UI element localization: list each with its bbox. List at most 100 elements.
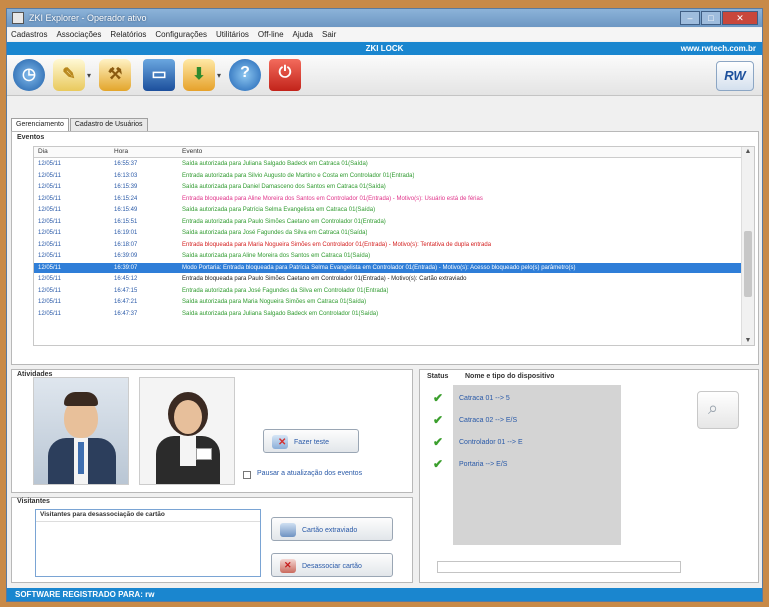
menu-ajuda[interactable]: Ajuda	[293, 30, 313, 39]
menu-associacoes[interactable]: Associações	[56, 30, 101, 39]
cell-evento: Modo Portaria: Entrada bloqueada para Pa…	[182, 264, 576, 271]
download-icon[interactable]: ⬇	[183, 59, 215, 91]
close-button[interactable]: ✕	[722, 11, 758, 25]
status-ok-icon: ✔	[433, 457, 444, 471]
cell-dia: 12/05/11	[38, 230, 61, 236]
maximize-button[interactable]: □	[701, 11, 721, 25]
scroll-down-icon[interactable]: ▼	[742, 337, 754, 344]
cell-dia: 12/05/11	[38, 299, 61, 305]
cartao-extraviado-button[interactable]: Cartão extraviado	[271, 517, 393, 541]
note-edit-icon[interactable]: ✎	[53, 59, 85, 91]
cell-dia: 12/05/11	[38, 195, 61, 202]
cell-hora: 16:15:49	[114, 207, 138, 213]
table-row[interactable]: 12/05/11 16:39:07 Modo Portaria: Entrada b…	[34, 262, 742, 273]
desassociar-cartao-button[interactable]: ✕ Desassociar cartão	[271, 553, 393, 577]
rw-logo: RW	[716, 61, 754, 91]
search-icon: ⌕	[708, 398, 719, 418]
status-ok-icon: ✔	[433, 413, 444, 427]
events-scrollbar[interactable]: ▲ ▼	[741, 147, 754, 345]
status-ok-icon: ✔	[433, 391, 444, 405]
menu-configuracoes[interactable]: Configurações	[155, 30, 207, 39]
toolbar: ◷ ✎ ▾ ⚒ ▭ ⬇ ▾ ? ⏻ RW	[7, 55, 762, 96]
status-label: Status	[427, 373, 449, 380]
visitors-list[interactable]: Visitantes para desassociação de cartão	[35, 509, 261, 577]
fazer-teste-button[interactable]: ✕ Fazer teste	[263, 429, 359, 453]
cell-dia: 12/05/11	[38, 310, 61, 317]
minimize-button[interactable]: –	[680, 11, 700, 25]
chevron-down-icon[interactable]: ▾	[217, 71, 221, 80]
cell-hora: 16:15:51	[114, 218, 138, 225]
cell-hora: 16:18:07	[114, 241, 138, 248]
table-row[interactable]: 12/05/11 16:47:21 Saída autorizada para Ma…	[34, 297, 742, 307]
cell-dia: 12/05/11	[38, 287, 61, 294]
cell-evento: Saída autorizada para Daniel Damasceno d…	[182, 184, 386, 190]
window-title: ZKI Explorer - Operador ativo	[29, 13, 147, 23]
menu-utilitarios[interactable]: Utilitários	[216, 30, 249, 39]
menu-offline[interactable]: Off-line	[258, 30, 284, 39]
menu-relatorios[interactable]: Relatórios	[110, 30, 146, 39]
magnifier-button[interactable]: ⌕	[697, 391, 739, 429]
table-row[interactable]: 12/05/11 16:15:49 Saída autorizada para Pa…	[34, 205, 742, 215]
cell-evento: Entrada bloqueada para Aline Moreira dos…	[182, 195, 483, 202]
table-row[interactable]: 12/05/11 16:47:15 Entrada autorizada para …	[34, 286, 742, 296]
cell-evento: Entrada autorizada para Paulo Simões Cae…	[182, 218, 386, 225]
col-dia[interactable]: Dia	[38, 148, 48, 155]
power-icon[interactable]: ⏻	[269, 59, 301, 91]
chevron-down-icon[interactable]: ▾	[87, 71, 91, 80]
scroll-up-icon[interactable]: ▲	[742, 148, 754, 155]
cell-evento: Saída autorizada para Maria Nogueira Sim…	[182, 299, 367, 305]
scroll-thumb[interactable]	[744, 231, 752, 297]
menu-sair[interactable]: Sair	[322, 30, 336, 39]
table-row[interactable]: 12/05/11 16:47:37 Saída autorizada para Ju…	[34, 309, 742, 319]
cell-hora: 16:45:12	[114, 276, 138, 282]
pause-updates-checkbox[interactable]	[243, 471, 251, 479]
tools-icon[interactable]: ⚒	[99, 59, 131, 91]
banner-bar: ZKI LOCK www.rwtech.com.br	[7, 42, 762, 55]
col-evento[interactable]: Evento	[182, 148, 202, 155]
clock-icon[interactable]: ◷	[13, 59, 45, 91]
cell-dia: 12/05/11	[38, 184, 61, 190]
device-item[interactable]: Catraca 02 --> E/S	[459, 417, 629, 431]
window-icon[interactable]: ▭	[143, 59, 175, 91]
cell-dia: 12/05/11	[38, 276, 61, 282]
visitors-list-header: Visitantes para desassociação de cartão	[40, 511, 165, 518]
table-row[interactable]: 12/05/11 16:15:51 Entrada autorizada para …	[34, 217, 742, 227]
app-icon	[12, 12, 24, 24]
tab-gerenciamento[interactable]: Gerenciamento	[11, 118, 69, 132]
table-row[interactable]: 12/05/11 16:55:37 Saída autorizada para Ju…	[34, 159, 742, 169]
lost-card-icon	[280, 523, 296, 537]
table-row[interactable]: 12/05/11 16:15:39 Saída autorizada para Da…	[34, 182, 742, 192]
table-row[interactable]: 12/05/11 16:19:01 Saída autorizada para Jo…	[34, 228, 742, 238]
cell-dia: 12/05/11	[38, 264, 61, 271]
table-row[interactable]: 12/05/11 16:45:12 Entrada bloqueada para P…	[34, 274, 742, 284]
help-icon[interactable]: ?	[229, 59, 261, 91]
col-hora[interactable]: Hora	[114, 148, 128, 155]
menu-bar: Cadastros Associações Relatórios Configu…	[7, 28, 762, 41]
device-name-label: Nome e tipo do dispositivo	[465, 373, 555, 380]
cell-dia: 12/05/11	[38, 241, 61, 248]
events-label: Eventos	[17, 134, 45, 141]
table-row[interactable]: 12/05/11 16:15:24 Entrada bloqueada para A…	[34, 194, 742, 204]
table-row[interactable]: 12/05/11 16:18:07 Entrada bloqueada para M…	[34, 240, 742, 250]
cell-evento: Saída autorizada para Juliana Salgado Ba…	[182, 161, 368, 167]
table-row[interactable]: 12/05/11 16:39:09 Saída autorizada para Al…	[34, 251, 742, 261]
grid-header: Dia Hora Evento	[34, 147, 742, 158]
tab-cadastro-usuarios[interactable]: Cadastro de Usuários	[69, 118, 148, 131]
visitors-label: Visitantes	[17, 498, 50, 505]
status-bar: SOFTWARE REGISTRADO PARA: rw	[7, 588, 762, 601]
device-item[interactable]: Catraca 01 --> 5	[459, 395, 629, 409]
banner-url[interactable]: www.rwtech.com.br	[681, 44, 756, 53]
cell-evento: Saída autorizada para José Fagundes da S…	[182, 230, 368, 236]
device-item[interactable]: Controlador 01 --> E	[459, 439, 629, 453]
cell-evento: Saída autorizada para Juliana Salgado Ba…	[182, 310, 379, 317]
test-card-icon: ✕	[272, 435, 288, 449]
menu-cadastros[interactable]: Cadastros	[11, 30, 47, 39]
pause-updates-label: Pausar a atualização dos eventos	[257, 470, 363, 477]
table-row[interactable]: 12/05/11 16:13:03 Entrada autorizada para …	[34, 171, 742, 181]
cell-dia: 12/05/11	[38, 161, 61, 167]
cell-dia: 12/05/11	[38, 218, 61, 225]
device-item[interactable]: Portaria --> E/S	[459, 461, 629, 475]
cell-hora: 16:13:03	[114, 172, 138, 179]
cell-evento: Entrada autorizada para Silvio Augusto d…	[182, 172, 415, 179]
cell-evento: Saída autorizada para Aline Moreira dos …	[182, 253, 371, 259]
